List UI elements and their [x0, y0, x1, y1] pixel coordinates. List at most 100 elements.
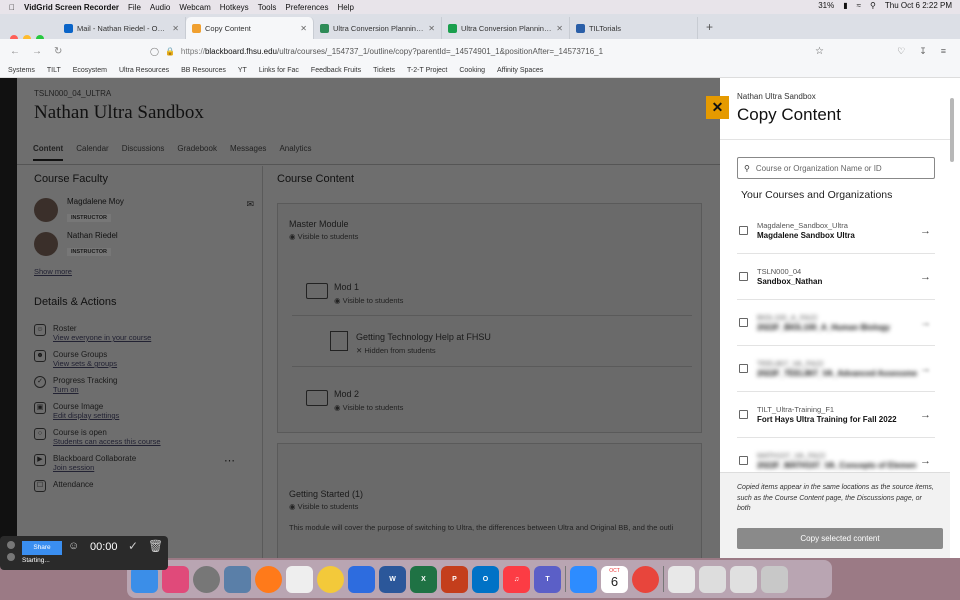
word-icon[interactable]: W: [379, 565, 406, 593]
shield-icon[interactable]: ◯: [150, 47, 159, 56]
arrow-right-icon[interactable]: →: [920, 271, 931, 283]
launchpad-icon[interactable]: [162, 565, 189, 593]
battery-icon[interactable]: ▮: [843, 1, 847, 10]
bookmark-item[interactable]: YT: [238, 67, 247, 74]
course-row[interactable]: TSLN000_04 Sandbox_Nathan →: [737, 254, 935, 300]
close-tab-icon[interactable]: ✕: [556, 24, 563, 33]
help-document-row[interactable]: Getting Technology Help at FHSU ✕ Hidden…: [292, 317, 692, 367]
course-checkbox[interactable]: [739, 456, 748, 465]
bookmark-item[interactable]: Systems: [8, 67, 35, 74]
detail-link[interactable]: View everyone in your course: [53, 333, 151, 342]
faculty-member[interactable]: Nathan Riedel INSTRUCTOR: [34, 231, 264, 257]
mod-1-row[interactable]: Mod 1 ◉ Visible to students: [292, 261, 692, 316]
battery-percent[interactable]: 31%: [818, 1, 834, 10]
copy-selected-button[interactable]: Copy selected content: [737, 528, 943, 549]
calendar-icon[interactable]: OCT 6: [601, 565, 628, 593]
pocket-icon[interactable]: ♡: [897, 46, 905, 57]
tab-calendar[interactable]: Calendar: [76, 144, 108, 161]
trash-icon[interactable]: [761, 565, 788, 593]
bookmark-item[interactable]: BB Resources: [181, 67, 226, 74]
finish-check-icon[interactable]: ✓: [128, 539, 138, 553]
menu-file[interactable]: File: [128, 3, 141, 12]
tab-tiltorials[interactable]: TILTorials: [570, 17, 698, 39]
bookmark-item[interactable]: TILT: [47, 67, 61, 74]
zoom-icon[interactable]: [570, 565, 597, 593]
tab-sheets[interactable]: Ultra Conversion Planning Shee ✕: [442, 17, 570, 39]
close-panel-button[interactable]: ✕: [706, 96, 729, 119]
master-module-card[interactable]: Master Module ◉ Visible to students Mod …: [277, 203, 702, 433]
share-button[interactable]: Share: [22, 541, 62, 555]
course-checkbox[interactable]: [739, 318, 748, 327]
bookmark-item[interactable]: Ecosystem: [73, 67, 107, 74]
course-search-input[interactable]: ⚲ Course or Organization Name or ID: [737, 157, 935, 179]
menu-audio[interactable]: Audio: [150, 3, 170, 12]
bookmark-item[interactable]: Feedback Fruits: [311, 67, 361, 74]
downloads-stack-icon[interactable]: [668, 565, 695, 593]
bookmark-item[interactable]: Affinity Spaces: [497, 67, 543, 74]
firefox-icon[interactable]: [255, 565, 282, 593]
teams-icon[interactable]: T: [534, 565, 561, 593]
lock-icon[interactable]: 🔒: [165, 47, 175, 56]
course-checkbox[interactable]: [739, 410, 748, 419]
new-tab-icon[interactable]: +: [706, 20, 713, 34]
detail-link[interactable]: Join session: [53, 463, 136, 472]
tab-outlook[interactable]: Mail - Nathan Riedel - Outlook ✕: [58, 17, 186, 39]
documents-stack-icon[interactable]: [699, 565, 726, 593]
arrow-right-icon[interactable]: →: [920, 317, 931, 329]
powerpoint-icon[interactable]: P: [441, 565, 468, 593]
back-icon[interactable]: ←: [10, 46, 20, 57]
download-icon[interactable]: ↧: [919, 46, 927, 57]
close-tab-icon[interactable]: ✕: [300, 24, 307, 33]
menu-preferences[interactable]: Preferences: [285, 3, 328, 12]
tab-analytics[interactable]: Analytics: [279, 144, 311, 161]
apple-icon[interactable]: : [9, 3, 15, 12]
course-row[interactable]: BIOL100_A_FA22 2022F_BIOL100_A_Human Biol…: [737, 300, 935, 346]
forward-icon[interactable]: →: [32, 46, 42, 57]
course-row[interactable]: Magdalene_Sandbox_Ultra Magdalene Sandbox…: [737, 208, 935, 254]
more-options-icon[interactable]: ⋯: [224, 454, 235, 467]
system-preferences-icon[interactable]: [193, 565, 220, 593]
bookmark-item[interactable]: Cooking: [459, 67, 485, 74]
panel-scrollbar[interactable]: [950, 98, 954, 162]
arrow-right-icon[interactable]: →: [920, 455, 931, 467]
preview-icon[interactable]: [224, 565, 251, 593]
wifi-icon[interactable]: ≈: [857, 1, 861, 10]
getting-started-card[interactable]: Getting Started (1) ◉ Visible to student…: [277, 443, 702, 558]
music-icon[interactable]: ♫: [503, 565, 530, 593]
menu-icon[interactable]: ≡: [941, 46, 946, 57]
detail-link[interactable]: View sets & groups: [53, 359, 117, 368]
tab-content[interactable]: Content: [33, 144, 64, 161]
show-more-link[interactable]: Show more: [34, 267, 264, 276]
detail-link[interactable]: Students can access this course: [53, 437, 161, 446]
arrow-right-icon[interactable]: →: [920, 225, 931, 237]
menu-hotkeys[interactable]: Hotkeys: [220, 3, 249, 12]
webcam-user-icon[interactable]: ☺: [68, 540, 79, 552]
detail-link[interactable]: Edit display settings: [53, 411, 119, 420]
close-tab-icon[interactable]: ✕: [172, 24, 179, 33]
arrow-right-icon[interactable]: →: [920, 409, 931, 421]
close-tab-icon[interactable]: ✕: [428, 24, 435, 33]
notes-icon[interactable]: [348, 565, 375, 593]
course-checkbox[interactable]: [739, 272, 748, 281]
tab-copy-content[interactable]: Copy Content ✕: [186, 17, 314, 39]
tab-discussions[interactable]: Discussions: [122, 144, 165, 161]
reload-icon[interactable]: ↻: [54, 46, 62, 57]
bookmark-item[interactable]: Tickets: [373, 67, 395, 74]
photos-icon[interactable]: [317, 565, 344, 593]
menu-app-name[interactable]: VidGrid Screen Recorder: [24, 3, 119, 12]
menu-help[interactable]: Help: [338, 3, 354, 12]
bookmark-star-icon[interactable]: ☆: [815, 46, 824, 57]
course-checkbox[interactable]: [739, 226, 748, 235]
tab-google-doc[interactable]: Ultra Conversion Planning - Goo ✕: [314, 17, 442, 39]
course-row[interactable]: TEEL807_VA_FA22 2022F_TEEL807_VA_Advanced…: [737, 346, 935, 392]
outlook-icon[interactable]: O: [472, 565, 499, 593]
mod-2-row[interactable]: Mod 2 ◉ Visible to students: [292, 368, 692, 423]
tab-messages[interactable]: Messages: [230, 144, 266, 161]
mail-icon[interactable]: ✉: [246, 199, 254, 210]
menu-webcam[interactable]: Webcam: [179, 3, 210, 12]
excel-icon[interactable]: X: [410, 565, 437, 593]
faculty-member[interactable]: Magdalene Moy INSTRUCTOR: [34, 197, 264, 223]
detail-link[interactable]: Turn on: [53, 385, 117, 394]
bookmark-item[interactable]: T-2-T Project: [407, 67, 447, 74]
chrome-icon[interactable]: [632, 565, 659, 593]
